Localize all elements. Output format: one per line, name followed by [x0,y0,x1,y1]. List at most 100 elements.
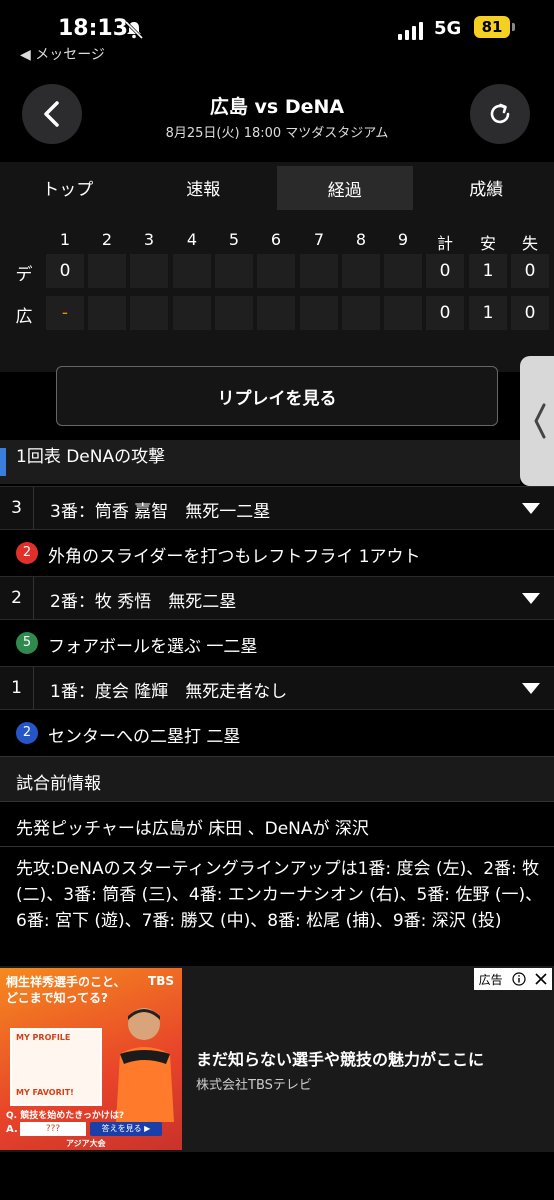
tab-live[interactable]: 速報 [136,162,272,212]
ad-thumb-brand: TBS [148,974,174,988]
score-cell [300,296,338,330]
caret-down-icon[interactable] [522,503,540,515]
play-description: フォアボールを選ぶ 一二塁 [48,637,258,657]
batter-info: 3番：筒香 嘉智 無死一二塁 [50,502,271,522]
lineup-text: 先攻:DeNAのスターティングラインアップは1番: 度会 (左)、2番: 牧 (… [16,859,543,931]
score-cell [257,296,295,330]
reload-button[interactable] [470,84,530,144]
ad-thumb-logo: アジア大会 [66,1139,106,1148]
score-cell [215,296,253,330]
team-label-home: 広 [15,307,33,327]
inning-title: 1回表 DeNAの攻撃 [16,447,166,467]
total-hits-cell: 1 [469,296,507,330]
play-result: 5 フォアボールを選ぶ 一二塁 [0,620,554,666]
batter-order: 2 [0,577,34,619]
batter-order: 1 [0,667,34,709]
ad-profile-card: MY PROFILE MY FAVORIT! [10,1028,102,1106]
score-cell [88,296,126,330]
score-cell [88,254,126,288]
chevron-left-icon [534,403,546,439]
play-result: 2 外角のスライダーを打つもレフトフライ 1アウト [0,530,554,576]
score-cell [342,254,380,288]
bottom-safe-area [0,1152,554,1200]
ad-headline[interactable]: まだ知らない選手や競技の魅力がここに [196,1046,484,1070]
total-errors-header: 失 [521,234,538,253]
inning-header: 2 [101,230,113,249]
tab-bar: トップ 速報 経過 成績 [0,162,554,212]
score-cell [173,296,211,330]
score-cell [173,254,211,288]
status-time: 18:13 [58,16,129,41]
score-cell: - [46,296,84,330]
tab-top[interactable]: トップ [0,162,136,212]
play-result: 2 センターへの二塁打 二塁 [0,710,554,756]
score-cell [384,254,422,288]
signal-icon [398,22,423,40]
replay-button[interactable]: リプレイを見る [56,366,498,426]
ad-label[interactable]: 広告 [474,968,552,990]
score-cell: 0 [46,254,84,288]
divider [0,846,554,847]
starting-pitchers-text: 先発ピッチャーは広島が 床田 、DeNAが 深沢 [16,819,369,839]
ad-info-icon[interactable] [512,972,526,986]
battery-indicator: 81 [474,16,510,38]
battery-tip [512,23,515,31]
tab-stats[interactable]: 成績 [419,162,554,212]
inning-header: 6 [270,230,282,249]
inning-header: 3 [143,230,155,249]
pregame-section-header: 試合前情報 [0,756,554,802]
score-cell [257,254,295,288]
ad-banner[interactable]: 桐生祥秀選手のこと、どこまで知ってる? TBS MY PROFILE MY FA… [0,966,554,1152]
ad-thumb-answer-button[interactable]: 答えを見る ▶ [90,1122,162,1136]
total-runs-header: 計 [436,234,453,253]
inning-header: 5 [228,230,240,249]
tab-progress[interactable]: 経過 [277,166,413,210]
team-label-away: デ [15,265,33,285]
close-icon[interactable] [535,973,547,985]
scoreboard: 1 2 3 4 5 6 7 8 9 計 安 失 デ 0 0 1 0 広 - 0 … [0,212,554,372]
score-cell [384,296,422,330]
score-cell [130,254,168,288]
total-runs-cell: 0 [426,254,464,288]
batter-row[interactable]: 2 2番：牧 秀悟 無死二塁 [0,576,554,620]
total-hits-cell: 1 [469,254,507,288]
bell-muted-icon [124,20,144,40]
athlete-image [116,1008,174,1122]
play-description: 外角のスライダーを打つもレフトフライ 1アウト [48,547,421,567]
score-cell [342,296,380,330]
inning-header: 7 [313,230,325,249]
caret-down-icon[interactable] [522,683,540,695]
inning-header: 4 [186,230,198,249]
ad-sponsor: 株式会社TBSテレビ [196,1078,312,1093]
count-badge: 2 [16,722,38,744]
ad-thumbnail[interactable]: 桐生祥秀選手のこと、どこまで知ってる? TBS MY PROFILE MY FA… [0,968,182,1150]
pregame-title: 試合前情報 [16,774,101,794]
total-runs-cell: 0 [426,296,464,330]
score-cell [130,296,168,330]
play-description: センターへの二塁打 二塁 [48,727,241,747]
score-cell [300,254,338,288]
reload-icon [490,103,510,124]
inning-header: 9 [397,230,409,249]
ad-card-profile-label: MY PROFILE [16,1033,71,1042]
caret-down-icon[interactable] [522,593,540,605]
ad-thumb-question: Q. 競技を始めたきっかけは? [6,1111,125,1121]
total-errors-cell: 0 [511,296,549,330]
side-drawer-handle[interactable] [520,356,554,486]
ad-label-text: 広告 [478,972,503,987]
back-to-messages-link[interactable]: ◀ メッセージ [20,44,105,64]
batter-info: 1番：度会 隆輝 無死走者なし [50,682,288,702]
batter-row[interactable]: 1 1番：度会 隆輝 無死走者なし [0,666,554,710]
ad-thumb-answer-label: A. [6,1124,18,1135]
game-header: 広島 vs DeNA 8月25日(火) 18:00 マツダスタジアム [0,70,554,162]
ad-thumb-answer-box: ??? [20,1122,86,1136]
score-cell [215,254,253,288]
batter-order: 3 [0,487,34,529]
inning-accent-bar [0,448,6,476]
count-badge: 2 [16,542,38,564]
batter-row[interactable]: 3 3番：筒香 嘉智 無死一二塁 [0,486,554,530]
status-bar: 18:13 ◀ メッセージ 5G 81 [0,0,554,70]
count-badge: 5 [16,632,38,654]
inning-header: 8 [355,230,367,249]
total-errors-cell: 0 [511,254,549,288]
